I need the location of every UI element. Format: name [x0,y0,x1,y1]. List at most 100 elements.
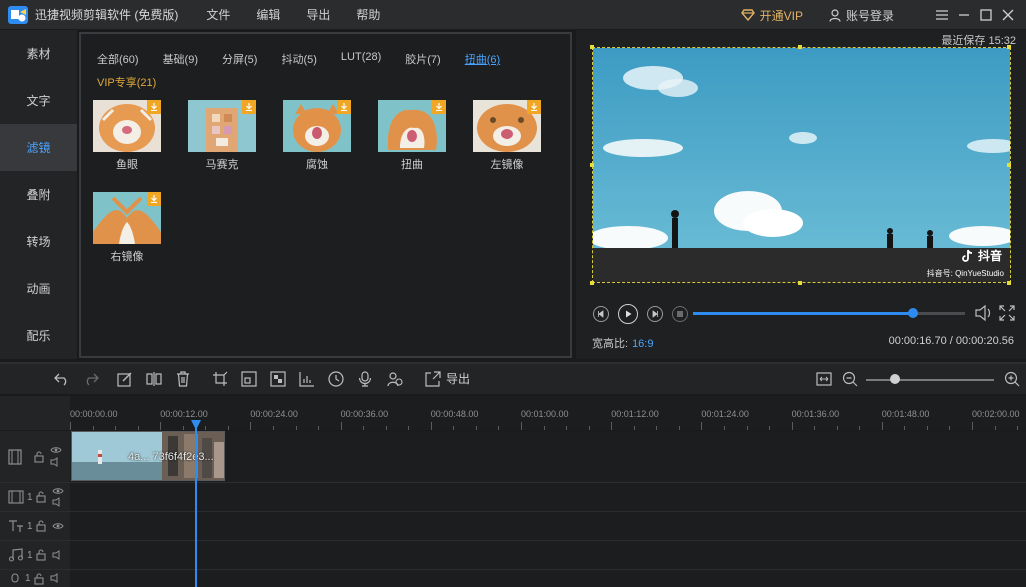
timeline-toolbar: 导出 [0,362,1026,394]
edit-icon[interactable] [116,370,134,388]
stop-button[interactable] [672,306,688,322]
text-track[interactable] [70,512,1026,540]
playback-progress-bar[interactable] [693,308,965,318]
resize-handle[interactable] [590,45,594,49]
playhead[interactable] [195,428,197,587]
resize-handle[interactable] [1007,163,1011,167]
volume-icon[interactable] [974,304,994,322]
nav-item-material[interactable]: 素材 [0,30,77,77]
redo-icon[interactable] [82,370,100,388]
resize-handle[interactable] [1007,45,1011,49]
tab-shake[interactable]: 抖动(5) [281,51,316,67]
menu-icon[interactable] [932,5,952,25]
speaker-icon[interactable] [50,573,62,583]
download-icon[interactable] [337,100,351,114]
maximize-icon[interactable] [976,5,996,25]
lock-icon[interactable] [36,520,46,532]
account-login-button[interactable]: 账号登录 [829,7,894,24]
resize-handle[interactable] [590,163,594,167]
clock-icon[interactable] [327,370,345,388]
speaker-icon[interactable] [52,550,64,560]
download-icon[interactable] [527,100,541,114]
mosaic-icon[interactable] [269,370,287,388]
resize-handle[interactable] [1007,281,1011,285]
filter-thumbnail [378,100,446,152]
timeline-ruler[interactable]: 00:00:00.00 00:00:12.00 00:00:24.00 00:00:3… [70,396,1026,430]
menu-file[interactable]: 文件 [206,6,230,23]
tab-vip[interactable]: VIP专享(21) [97,74,156,90]
zoom-in-icon[interactable] [1003,370,1021,388]
download-icon[interactable] [147,192,161,206]
user-icon [829,8,841,22]
minimize-icon[interactable] [954,5,974,25]
vip-button[interactable]: 开通VIP [740,7,803,24]
aspect-ratio[interactable]: 宽高比: 16:9 [592,335,653,351]
voice-track[interactable] [70,570,1026,587]
tab-all[interactable]: 全部(60) [97,51,139,67]
resize-handle[interactable] [798,45,802,49]
menu-edit[interactable]: 编辑 [256,6,280,23]
lock-icon[interactable] [34,450,44,463]
tab-film[interactable]: 胶片(7) [405,51,440,67]
crop-icon[interactable] [211,370,229,388]
delete-icon[interactable] [174,370,192,388]
split-icon[interactable] [145,370,163,388]
filter-item-distort[interactable]: 扭曲 [378,100,446,172]
resize-handle[interactable] [798,281,802,285]
tab-distort[interactable]: 扭曲(6) [465,51,500,67]
filter-label: 腐蚀 [306,159,328,171]
nav-item-transition[interactable]: 转场 [0,218,77,265]
filter-item-mosaic[interactable]: 马赛克 [188,100,256,172]
tab-basic[interactable]: 基础(9) [163,51,198,67]
ruler-tick [791,422,793,430]
nav-item-animation[interactable]: 动画 [0,265,77,312]
overlay-track[interactable] [70,483,1026,511]
zoom-slider[interactable] [866,379,994,381]
fit-timeline-icon[interactable] [815,370,833,388]
nav-item-text[interactable]: 文字 [0,77,77,124]
download-icon[interactable] [432,100,446,114]
undo-icon[interactable] [53,370,71,388]
overlay-track-header: 1 [0,483,70,511]
fullscreen-icon[interactable] [998,304,1016,322]
eye-icon[interactable] [51,522,64,530]
filter-item-right-mirror[interactable]: 右镜像 [93,192,161,264]
eye-icon[interactable] [51,487,64,495]
tab-lut[interactable]: LUT(28) [341,51,381,67]
zoom-out-icon[interactable] [841,370,859,388]
lock-icon[interactable] [34,573,44,585]
eye-icon[interactable] [50,446,62,454]
microphone-icon[interactable] [356,370,374,388]
lock-icon[interactable] [36,491,46,503]
aspect-ratio-value[interactable]: 16:9 [632,338,653,350]
menu-help[interactable]: 帮助 [356,6,380,23]
lock-icon[interactable] [36,549,46,561]
music-track[interactable] [70,541,1026,569]
nav-item-music[interactable]: 配乐 [0,312,77,359]
nav-item-overlay[interactable]: 叠附 [0,171,77,218]
resize-icon[interactable] [240,370,258,388]
chart-icon[interactable] [298,370,316,388]
resize-handle[interactable] [590,281,594,285]
export-button[interactable]: 导出 [425,370,470,387]
tab-split-screen[interactable]: 分屏(5) [222,51,257,67]
play-button[interactable] [618,304,638,324]
speaker-icon[interactable] [50,457,62,467]
speaker-icon[interactable] [52,497,64,507]
filter-item-left-mirror[interactable]: 左镜像 [473,100,541,172]
filter-item-erode[interactable]: 腐蚀 [283,100,351,172]
download-icon[interactable] [242,100,256,114]
video-preview[interactable]: 抖音 抖音号: QinYueStudio [592,47,1011,283]
filter-item-fisheye[interactable]: 鱼眼 [93,100,161,172]
download-icon[interactable] [147,100,161,114]
next-frame-button[interactable] [647,306,663,322]
close-icon[interactable] [998,5,1018,25]
zoom-slider-knob[interactable] [890,374,901,384]
menu-export[interactable]: 导出 [306,6,330,23]
previous-frame-button[interactable] [593,306,609,322]
nav-item-filter[interactable]: 滤镜 [0,124,77,171]
voice-icon[interactable] [386,370,404,388]
timecode: 00:00:16.70 / 00:00:20.56 [888,335,1014,347]
progress-knob[interactable] [908,308,919,318]
video-clip[interactable]: 4a... 73f6f4f2e3... [71,431,225,481]
